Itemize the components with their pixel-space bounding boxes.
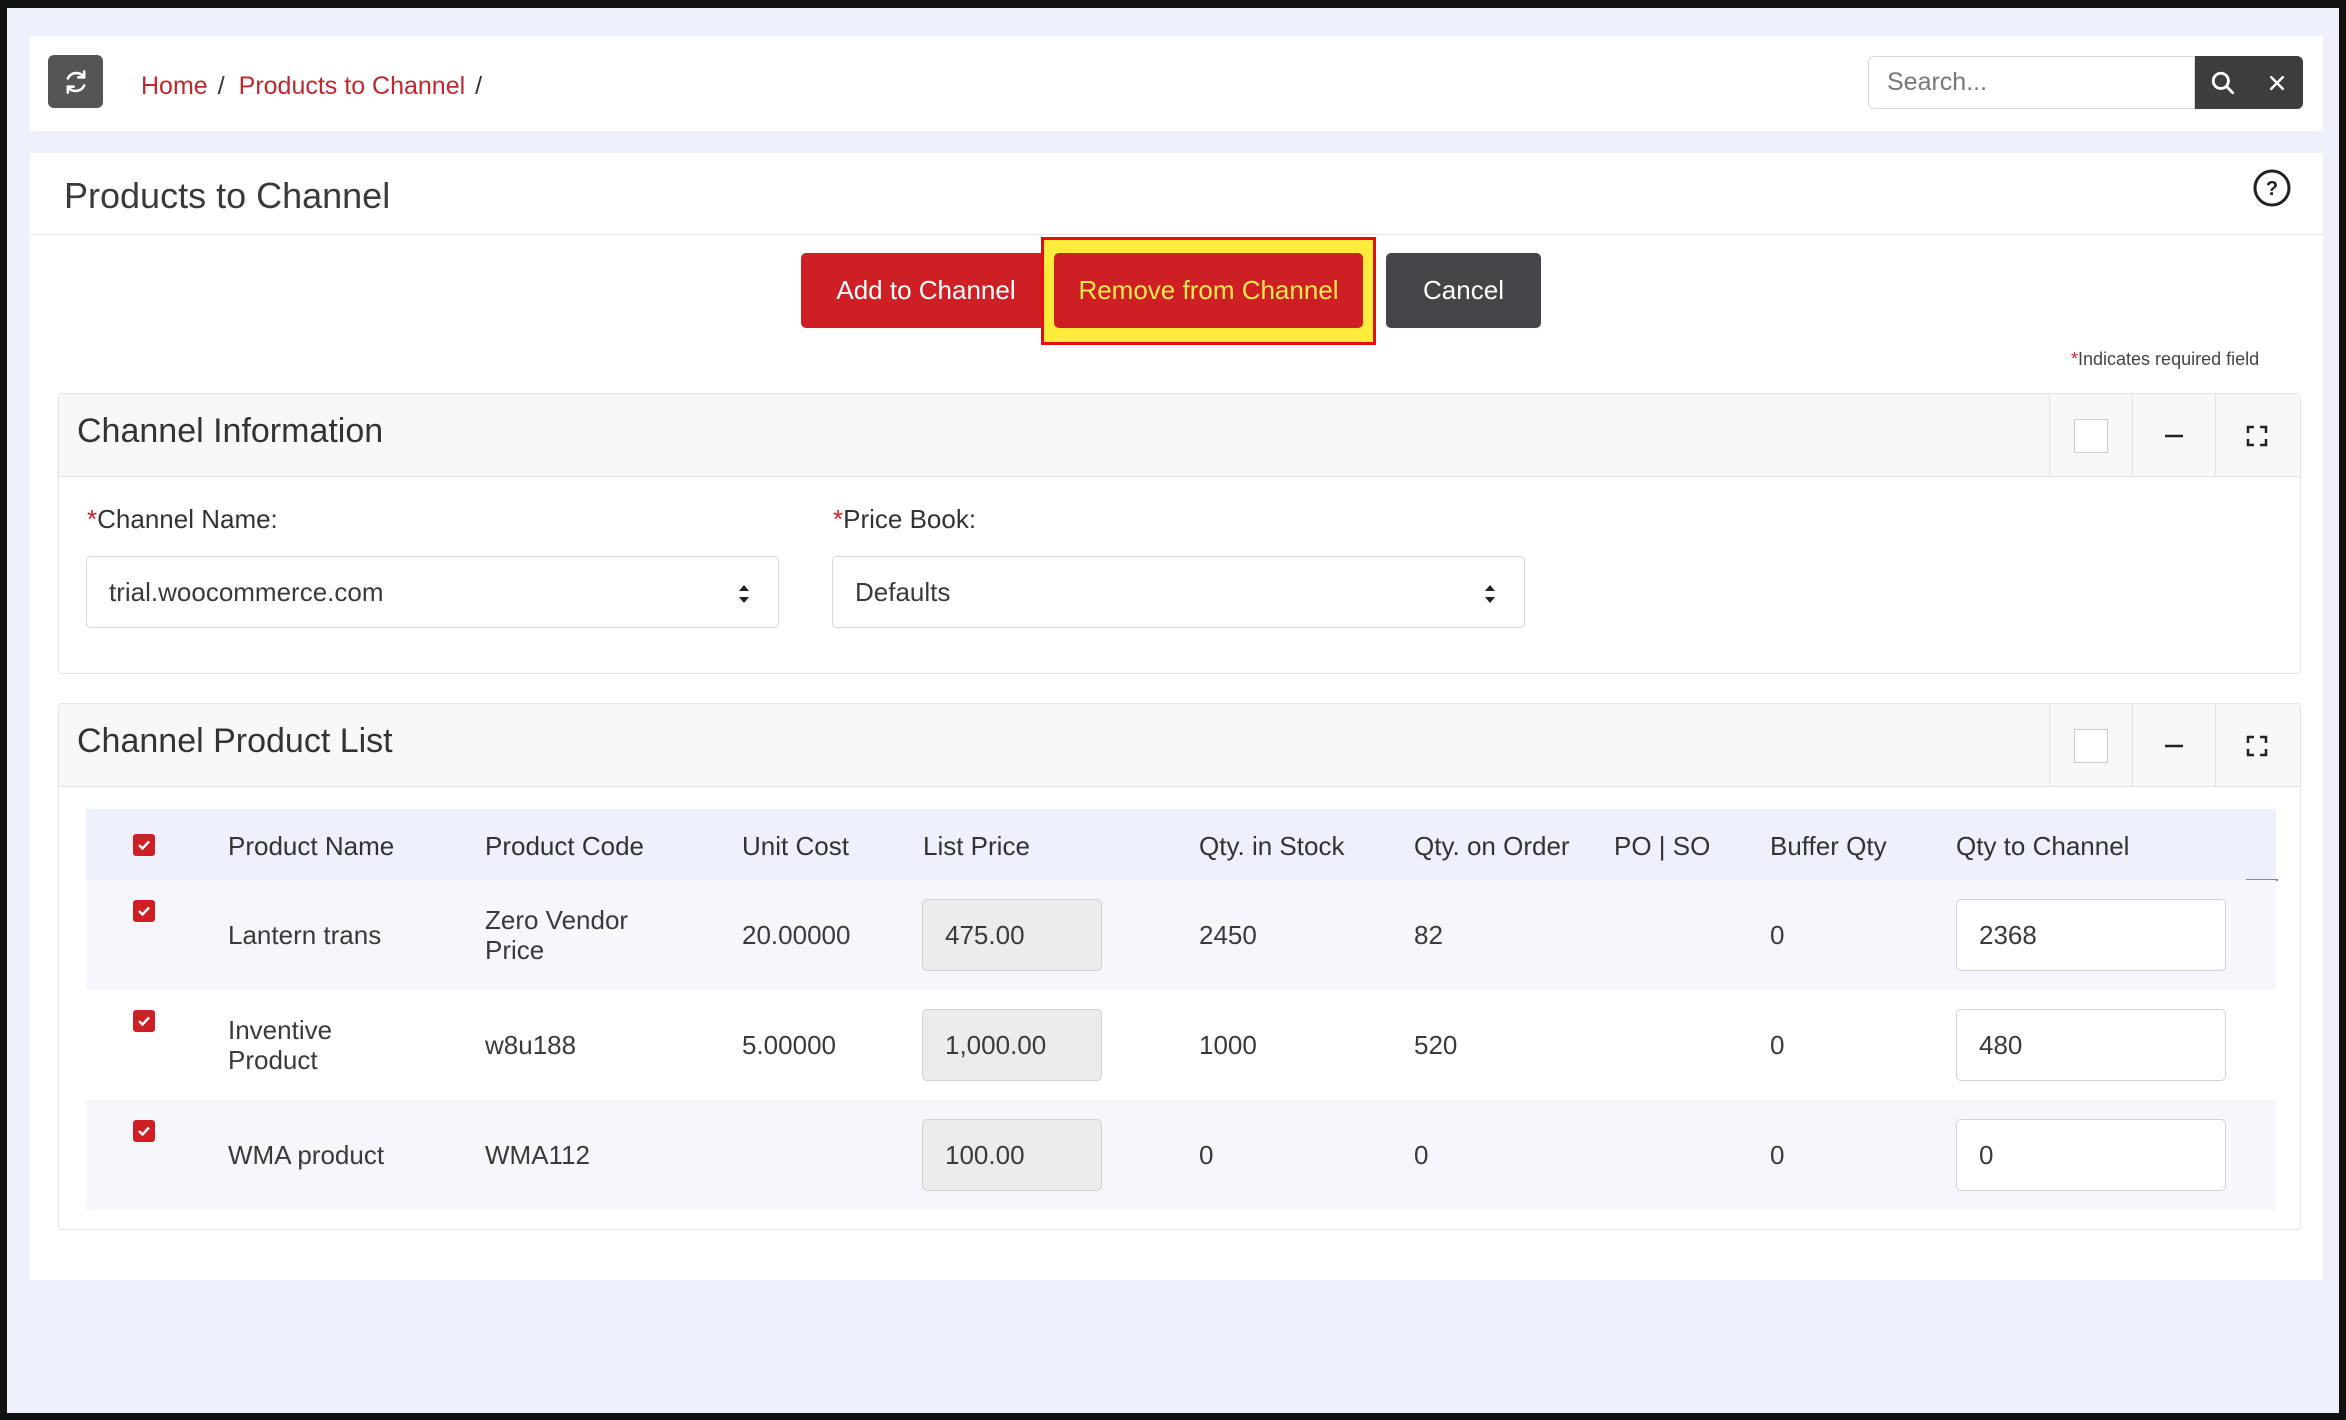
card-header: Channel Information xyxy=(59,394,2300,477)
price-book-value: Defaults xyxy=(855,576,951,607)
cancel-button[interactable]: Cancel xyxy=(1386,253,1541,328)
table-row: Lantern trans Zero Vendor Price 20.00000… xyxy=(86,880,2276,990)
card-toggle-checkbox[interactable] xyxy=(2049,394,2132,477)
minimize-button[interactable] xyxy=(2132,704,2215,787)
buffer-qty: 0 xyxy=(1770,1030,1785,1060)
main-panel: Products to Channel ? Add to Channel Rem… xyxy=(30,153,2323,1280)
qty-in-stock: 0 xyxy=(1199,1140,1214,1170)
qty-to-channel-input[interactable] xyxy=(1956,1119,2226,1191)
channel-name-value: trial.woocommerce.com xyxy=(109,576,384,607)
checkbox-icon xyxy=(2074,728,2108,763)
required-star: * xyxy=(87,504,98,534)
minimize-icon xyxy=(2165,434,2183,437)
qty-on-order: 82 xyxy=(1414,920,1443,950)
buffer-qty: 0 xyxy=(1770,1140,1785,1170)
row-checkbox[interactable] xyxy=(133,900,155,922)
help-circle-icon[interactable]: ? xyxy=(2252,168,2292,208)
breadcrumb-separator: / xyxy=(475,72,483,100)
qty-to-channel-input[interactable] xyxy=(1956,1009,2226,1081)
list-price-field: 100.00 xyxy=(922,1119,1102,1191)
channel-name-select[interactable]: trial.woocommerce.com xyxy=(86,556,779,628)
check-icon xyxy=(138,906,150,917)
column-header-buffer-qty: Buffer Qty xyxy=(1770,831,1887,861)
search-input[interactable] xyxy=(1868,56,2195,109)
refresh-icon xyxy=(66,69,85,94)
chevron-updown-icon xyxy=(1485,585,1495,603)
price-book-select[interactable]: Defaults xyxy=(832,556,1525,628)
product-code: Zero Vendor Price xyxy=(485,905,629,965)
qty-in-stock: 1000 xyxy=(1199,1030,1257,1060)
table-header: Product Name Product Code Unit Cost List… xyxy=(86,809,2278,881)
breadcrumb-home-link[interactable]: Home xyxy=(141,72,208,101)
select-all-checkbox[interactable] xyxy=(133,834,155,856)
table-row: WMA product WMA112 100.00 0 0 0 xyxy=(86,1100,2276,1210)
chevron-updown-icon xyxy=(739,585,749,603)
expand-icon xyxy=(2246,735,2268,756)
qty-on-order: 0 xyxy=(1414,1140,1429,1170)
price-book-label: *Price Book: xyxy=(833,504,976,535)
search-button[interactable] xyxy=(2195,56,2250,109)
required-star: * xyxy=(833,504,844,534)
column-header-list-price: List Price xyxy=(923,831,1030,861)
top-bar: Home / Products to Channel / xyxy=(30,36,2323,131)
column-header-unit-cost: Unit Cost xyxy=(742,831,849,861)
card-header: Channel Product List xyxy=(59,704,2300,787)
product-name: WMA product xyxy=(228,1140,385,1170)
qty-to-channel-input[interactable] xyxy=(1956,899,2226,971)
checkbox-icon xyxy=(2074,418,2108,453)
breadcrumb-separator: / xyxy=(217,72,225,100)
channel-product-list-card: Channel Product List Product Name Produc… xyxy=(58,703,2301,1230)
column-header-qty-to-channel: Qty to Channel xyxy=(1956,831,2130,861)
expand-icon xyxy=(2246,425,2268,446)
row-checkbox[interactable] xyxy=(133,1120,155,1142)
column-header-product-code: Product Code xyxy=(485,831,644,861)
remove-from-channel-button[interactable]: Remove from Channel xyxy=(1054,253,1363,328)
list-price-field: 475.00 xyxy=(922,899,1102,971)
unit-cost: 20.00000 xyxy=(742,920,851,950)
table-row: Inventive Product w8u188 5.00000 1,000.0… xyxy=(86,990,2276,1100)
svg-text:?: ? xyxy=(2266,178,2278,200)
row-checkbox[interactable] xyxy=(133,1010,155,1032)
buffer-qty: 0 xyxy=(1770,920,1785,950)
close-icon xyxy=(2269,75,2284,90)
qty-on-order: 520 xyxy=(1414,1030,1458,1060)
breadcrumb-current-link[interactable]: Products to Channel xyxy=(239,72,466,101)
required-star: * xyxy=(2071,349,2079,369)
card-title: Channel Information xyxy=(77,412,384,450)
refresh-button[interactable] xyxy=(48,55,103,108)
expand-button[interactable] xyxy=(2215,394,2298,477)
search-icon xyxy=(2211,71,2234,94)
product-code: w8u188 xyxy=(485,1030,577,1060)
product-name: Lantern trans xyxy=(228,920,382,950)
product-name: Inventive Product xyxy=(228,1015,333,1075)
minimize-button[interactable] xyxy=(2132,394,2215,477)
price-book-label-text: Price Book: xyxy=(843,504,977,534)
list-price-field: 1,000.00 xyxy=(922,1009,1102,1081)
channel-information-card: Channel Information *Channel Name: trial… xyxy=(58,393,2301,674)
unit-cost: 5.00000 xyxy=(742,1030,836,1060)
app-window: Home / Products to Channel / Products to… xyxy=(0,0,2346,1420)
column-header-product-name: Product Name xyxy=(228,831,395,861)
check-icon xyxy=(138,840,150,851)
clear-search-button[interactable] xyxy=(2250,56,2303,109)
column-header-qty-in-stock: Qty. in Stock xyxy=(1199,831,1345,861)
expand-button[interactable] xyxy=(2215,704,2298,787)
card-toggle-checkbox[interactable] xyxy=(2049,704,2132,787)
column-header-qty-on-order: Qty. on Order xyxy=(1414,831,1570,861)
required-note-text: Indicates required field xyxy=(2078,349,2260,369)
add-to-channel-button[interactable]: Add to Channel xyxy=(801,253,1051,328)
channel-name-label: *Channel Name: xyxy=(87,504,278,535)
qty-in-stock: 2450 xyxy=(1199,920,1257,950)
card-title: Channel Product List xyxy=(77,722,393,760)
column-header-po-so: PO | SO xyxy=(1614,831,1711,861)
channel-name-label-text: Channel Name: xyxy=(97,504,278,534)
breadcrumb: Home / Products to Channel / xyxy=(141,72,486,101)
check-icon xyxy=(138,1126,150,1137)
minimize-icon xyxy=(2165,744,2183,747)
product-code: WMA112 xyxy=(485,1140,590,1170)
divider xyxy=(30,234,2323,235)
check-icon xyxy=(138,1016,150,1027)
page-title: Products to Channel xyxy=(64,175,391,216)
required-field-note: *Indicates required field xyxy=(2071,349,2259,370)
